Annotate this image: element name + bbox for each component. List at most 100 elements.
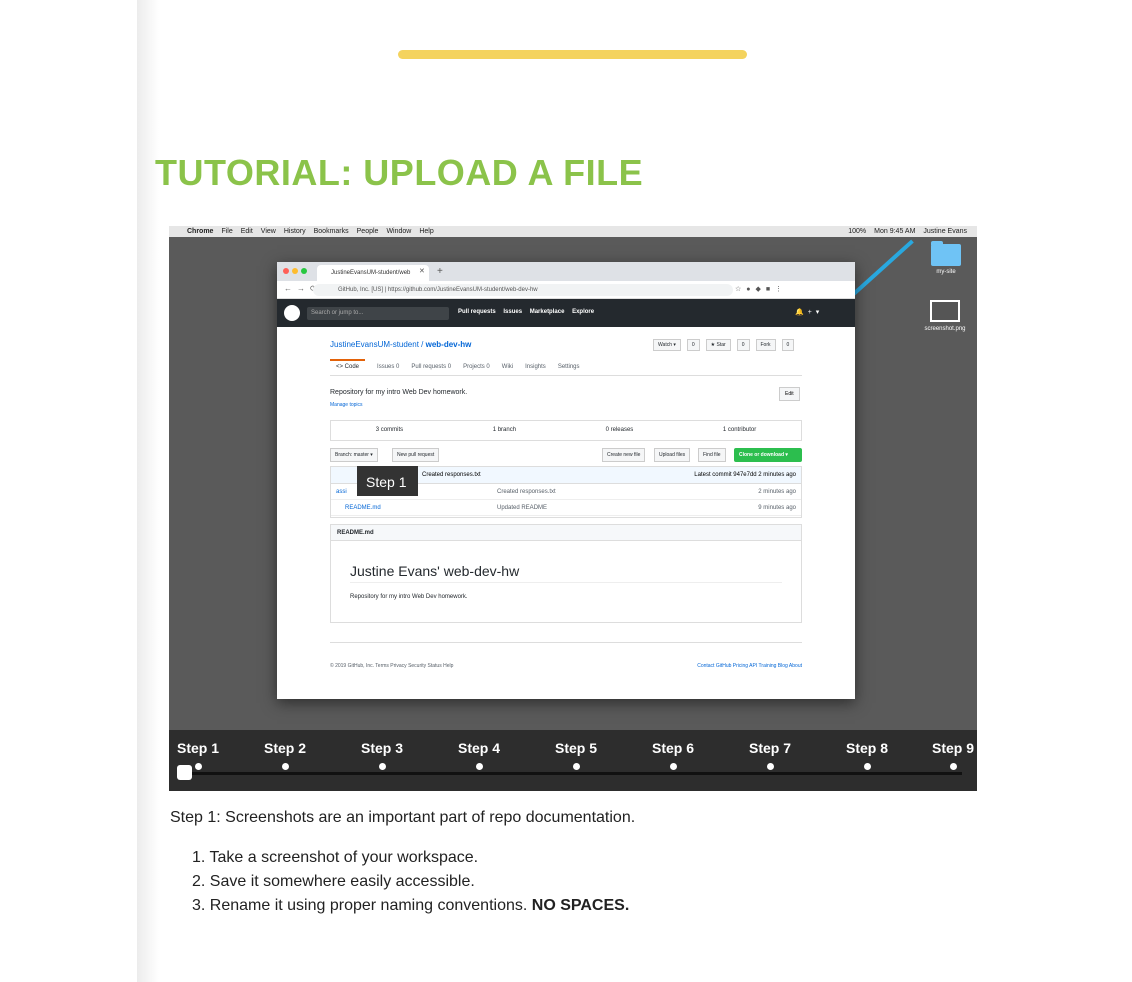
- file-commit: Created responses.txt: [497, 489, 556, 495]
- star-count: 0: [736, 339, 750, 351]
- edit-button: Edit: [779, 387, 800, 401]
- folder-label: my-site: [936, 269, 956, 275]
- upload-files-button: Upload files: [654, 448, 691, 462]
- github-nav: Pull requests Issues Marketplace Explore: [458, 309, 600, 315]
- fork-button: Fork: [755, 339, 776, 351]
- instruction-text: 3. Rename it using proper naming convent…: [192, 897, 528, 914]
- tab-pull-requests: Pull requests 0: [411, 364, 452, 370]
- file-commit: Updated README: [497, 505, 548, 511]
- branch-select: Branch: master ▾: [330, 448, 378, 462]
- step-dot: [572, 763, 580, 770]
- browser-tabbar: JustineEvansUM-student/web ✕ +: [277, 262, 855, 281]
- step-8[interactable]: Step 8: [846, 740, 888, 770]
- new-tab-icon: +: [437, 266, 443, 277]
- menubar-item: Bookmarks: [313, 228, 349, 235]
- step-dot: [475, 763, 483, 770]
- desktop-folder: my-site: [921, 241, 971, 275]
- accent-bar: [398, 50, 747, 59]
- browser-tab: JustineEvansUM-student/web: [317, 265, 429, 281]
- readme-title: Justine Evans' web-dev-hw: [350, 563, 520, 579]
- step-navigation: Step 1 Step 2 Step 3 Step 4 Step 5 Step …: [169, 730, 977, 791]
- instruction-item: 2. Save it somewhere easily accessible.: [192, 873, 629, 897]
- fork-count: 0: [781, 339, 795, 351]
- step-label: Step 4: [458, 740, 501, 756]
- step-dot: [669, 763, 677, 770]
- readme-text: Repository for my intro Web Dev homework…: [350, 594, 468, 600]
- nav-issues: Issues: [503, 309, 523, 315]
- file-name: assi: [336, 489, 347, 495]
- step-5[interactable]: Step 5: [555, 740, 597, 770]
- footer-left: © 2019 GitHub, Inc. Terms Privacy Securi…: [330, 663, 454, 669]
- create-file-button: Create new file: [602, 448, 646, 462]
- tab-code: <> Code: [330, 359, 366, 375]
- file-name: README.md: [345, 505, 381, 511]
- instruction-text: 2. Save it somewhere easily accessible.: [192, 873, 475, 890]
- step-tooltip: Step 1: [357, 466, 418, 496]
- tutorial-slideshow: Chrome File Edit View History Bookmarks …: [169, 226, 977, 791]
- step-track: [181, 772, 962, 775]
- desktop-file: screenshot.png: [915, 300, 975, 332]
- repo-name: web-dev-hw: [425, 340, 472, 349]
- extension-icons: ☆●◆■⋮: [735, 286, 788, 293]
- step-dot: [766, 763, 774, 770]
- repo-description: Repository for my intro Web Dev homework…: [330, 389, 468, 396]
- step-1[interactable]: Step 1: [177, 740, 219, 770]
- step-4[interactable]: Step 4: [458, 740, 500, 770]
- step-caption: Step 1: Screenshots are an important par…: [170, 809, 636, 826]
- step-dot: [281, 763, 289, 770]
- nav-explore: Explore: [572, 309, 595, 315]
- step-7[interactable]: Step 7: [749, 740, 791, 770]
- readme-panel: README.md Justine Evans' web-dev-hw Repo…: [330, 524, 802, 623]
- menubar-item: History: [283, 228, 306, 235]
- step-label: Step 7: [749, 740, 792, 756]
- commits-count: 3 commits: [375, 427, 404, 433]
- instruction-emphasis: NO SPACES.: [531, 897, 630, 914]
- menubar-item: View: [260, 228, 276, 235]
- step-label: Step 9: [932, 740, 975, 756]
- instruction-text: 1. Take a screenshot of your workspace.: [192, 849, 479, 866]
- step-dot: [863, 763, 871, 770]
- tab-projects: Projects 0: [463, 364, 490, 370]
- tab-issues: Issues 0: [377, 364, 400, 370]
- battery-text: 100%: [848, 228, 867, 235]
- menubar-item: Edit: [240, 228, 253, 235]
- user-name: Justine Evans: [923, 228, 967, 235]
- file-label: screenshot.png: [924, 326, 966, 332]
- repo-owner: JustineEvansUM-student: [330, 340, 419, 349]
- clock-text: Mon 9:45 AM: [874, 228, 916, 235]
- step-6[interactable]: Step 6: [652, 740, 694, 770]
- tab-wiki: Wiki: [501, 364, 514, 370]
- menubar-item: Window: [386, 228, 412, 235]
- menubar-item: Help: [419, 228, 434, 235]
- file-age: 2 minutes ago: [758, 489, 796, 495]
- menubar-status: 100% Mon 9:45 AM Justine Evans: [840, 226, 967, 237]
- step-3[interactable]: Step 3: [361, 740, 403, 770]
- github-search: Search or jump to...: [307, 307, 449, 320]
- step-label: Step 6: [652, 740, 695, 756]
- browser-window: JustineEvansUM-student/web ✕ + ←→⟳ GitHu…: [277, 262, 855, 699]
- step-9[interactable]: Step 9: [932, 740, 974, 770]
- margin-shadow: [137, 0, 159, 982]
- repo-stats: 3 commits 1 branch 0 releases 1 contribu…: [330, 420, 802, 441]
- folder-icon: [931, 241, 961, 266]
- footer-divider: [330, 642, 802, 643]
- close-window-icon: [283, 268, 289, 274]
- step-dot: [949, 763, 957, 770]
- repo-heading: JustineEvansUM-student / web-dev-hw: [330, 340, 472, 349]
- find-file-button: Find file: [698, 448, 726, 462]
- contributors-count: 1 contributor: [722, 427, 757, 433]
- menubar-item: People: [356, 228, 379, 235]
- menubar-item: File: [221, 228, 233, 235]
- github-header: Search or jump to... Pull requests Issue…: [277, 299, 855, 327]
- nav-marketplace: Marketplace: [529, 309, 565, 315]
- minimize-window-icon: [292, 268, 298, 274]
- step-label: Step 1: [177, 740, 220, 756]
- releases-count: 0 releases: [605, 427, 634, 433]
- screenshot-file-icon: [930, 300, 960, 322]
- tab-close-icon: ✕: [419, 268, 425, 275]
- left-margin: [0, 0, 137, 982]
- menubar-item: Chrome: [187, 228, 214, 235]
- step-2[interactable]: Step 2: [264, 740, 306, 770]
- github-header-icons: 🔔+▾: [795, 309, 824, 316]
- mac-menubar: Chrome File Edit View History Bookmarks …: [169, 226, 977, 237]
